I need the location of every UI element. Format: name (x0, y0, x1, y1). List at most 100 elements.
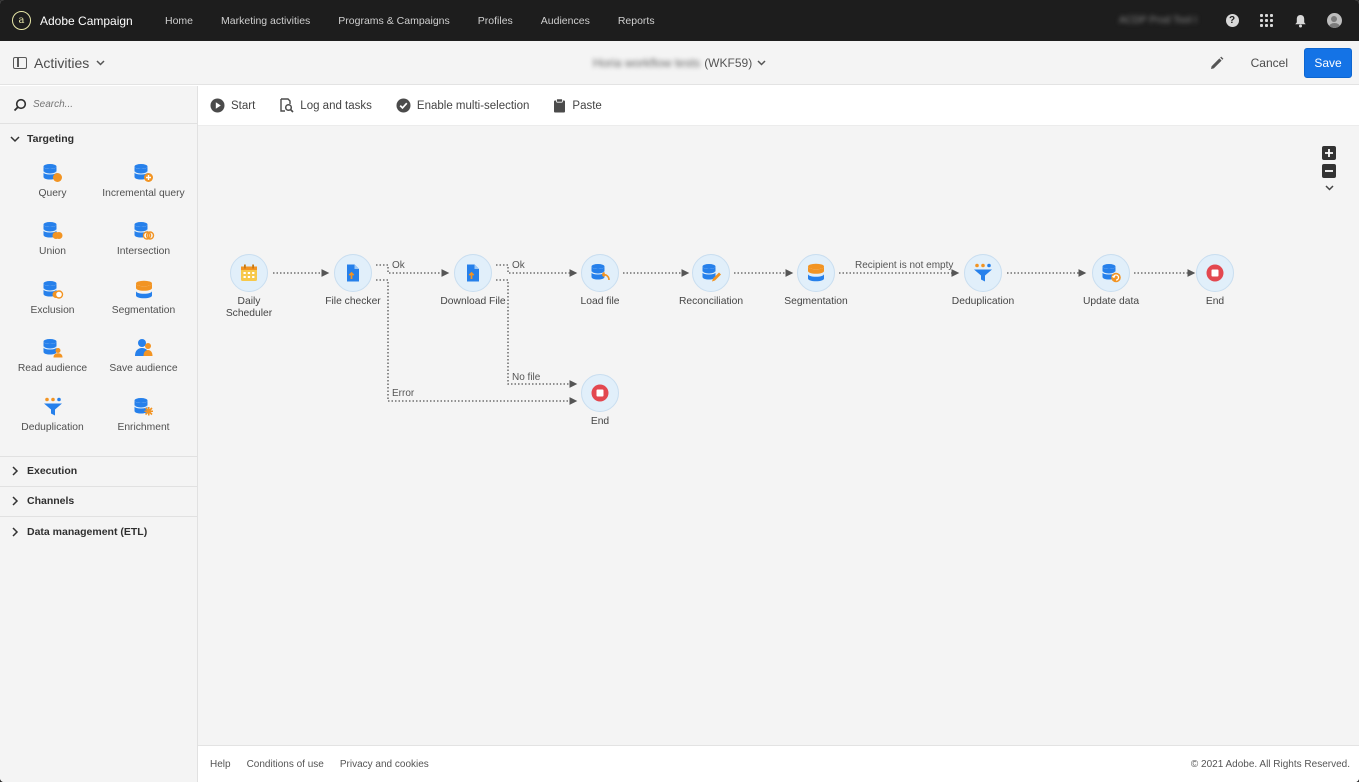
app-name: Adobe Campaign (40, 13, 133, 28)
section-execution-label: Execution (27, 465, 78, 478)
node-label: Segmentation (784, 296, 848, 307)
file-checker-icon (334, 254, 372, 292)
footer: Help Conditions of use Privacy and cooki… (198, 745, 1359, 782)
log-and-tasks-button[interactable]: Log and tasks (279, 98, 372, 113)
workflow-menu-chevron-icon[interactable] (757, 60, 766, 66)
node-daily-scheduler[interactable]: Daily Scheduler (194, 254, 304, 320)
header-actions: Cancel Save (1203, 41, 1352, 85)
node-update-data[interactable]: Update data (1056, 254, 1166, 308)
node-end[interactable]: End (1160, 254, 1270, 308)
enable-multi-selection-label: Enable multi-selection (416, 99, 530, 112)
cancel-button[interactable]: Cancel (1235, 48, 1304, 78)
activity-enrichment[interactable]: Enrichment (98, 388, 189, 446)
node-label: File checker (325, 296, 381, 307)
activity-exclusion[interactable]: Exclusion (7, 271, 98, 329)
activity-label: Intersection (116, 246, 171, 258)
section-data-management[interactable]: Data management (ETL) (0, 517, 197, 547)
activities-panel-toggle[interactable]: Activities (13, 41, 105, 85)
activity-label: Exclusion (30, 304, 75, 316)
activity-read-audience[interactable]: Read audience (7, 329, 98, 387)
edit-pencil-icon[interactable] (1203, 48, 1231, 78)
activities-sidebar: Targeting Query Incremental query Union (0, 86, 198, 782)
footer-link-conditions[interactable]: Conditions of use (247, 759, 324, 770)
targeting-activities: Query Incremental query Union Intersecti… (0, 154, 197, 457)
start-label: Start (231, 99, 256, 112)
search-input[interactable] (33, 99, 183, 110)
node-deduplication[interactable]: Deduplication (928, 254, 1038, 308)
checkmark-circle-icon (396, 98, 411, 113)
enable-multi-selection-button[interactable]: Enable multi-selection (396, 98, 530, 113)
nav-reports[interactable]: Reports (604, 0, 669, 41)
notifications-bell-icon[interactable] (1283, 0, 1317, 41)
workflow-title: Horia workflow tests (WKF59) (0, 41, 1359, 85)
end-stop-icon (581, 374, 619, 412)
activity-intersection[interactable]: Intersection (98, 212, 189, 270)
paste-label: Paste (572, 99, 602, 112)
nav-marketing-activities[interactable]: Marketing activities (207, 0, 324, 41)
side-panel-icon (13, 57, 27, 69)
node-label: Load file (580, 296, 620, 307)
section-targeting[interactable]: Targeting (0, 124, 197, 154)
clipboard-icon (554, 98, 566, 113)
activity-deduplication[interactable]: Deduplication (7, 388, 98, 446)
node-load-file[interactable]: Load file (545, 254, 655, 308)
chevron-right-icon (10, 496, 20, 506)
exclusion-icon (42, 278, 64, 302)
brand[interactable]: a Adobe Campaign (12, 0, 133, 41)
help-icon[interactable]: ? (1215, 0, 1249, 41)
query-icon (42, 161, 64, 185)
nav-audiences[interactable]: Audiences (527, 0, 604, 41)
load-file-icon (581, 254, 619, 292)
edge-label-error: Error (392, 388, 415, 399)
start-button[interactable]: Start (210, 98, 255, 113)
node-label: Daily Scheduler (225, 296, 273, 319)
log-and-tasks-label: Log and tasks (300, 99, 372, 112)
activity-query[interactable]: Query (7, 154, 98, 212)
adobe-campaign-logo-icon: a (12, 11, 31, 30)
section-channels[interactable]: Channels (0, 487, 197, 517)
org-switcher[interactable]: ACDP Prod Tool I (1119, 15, 1197, 26)
log-search-icon (280, 98, 294, 113)
app-window: a Adobe Campaign Home Marketing activiti… (0, 0, 1359, 782)
activity-save-audience[interactable]: Save audience (98, 329, 189, 387)
node-segmentation[interactable]: Segmentation (761, 254, 871, 308)
user-avatar-icon[interactable] (1317, 0, 1351, 41)
footer-link-privacy[interactable]: Privacy and cookies (340, 759, 429, 770)
save-audience-icon (133, 336, 155, 360)
top-right-controls: ACDP Prod Tool I ? (1119, 0, 1359, 41)
workflow-connectors (273, 264, 1196, 405)
node-label: End (1205, 296, 1225, 307)
paste-button[interactable]: Paste (553, 98, 602, 113)
activity-incremental-query[interactable]: Incremental query (98, 154, 189, 212)
node-label: End (590, 416, 610, 427)
node-file-checker[interactable]: File checker (298, 254, 408, 308)
node-download-file[interactable]: Download File (418, 254, 528, 308)
union-icon (42, 219, 64, 243)
nav-programs-campaigns[interactable]: Programs & Campaigns (324, 0, 463, 41)
node-reconciliation[interactable]: Reconciliation (656, 254, 766, 308)
deduplication-icon (964, 254, 1002, 292)
apps-grid-icon[interactable] (1249, 0, 1283, 41)
nav-profiles[interactable]: Profiles (464, 0, 527, 41)
workflow-editor: Start Log and tasks Enable multi-selecti… (198, 86, 1359, 782)
activity-union[interactable]: Union (7, 212, 98, 270)
edge-label-no-file: No file (512, 372, 541, 383)
section-execution[interactable]: Execution (0, 457, 197, 487)
workflow-canvas[interactable]: Ok Ok Recipient is not empty No file Err… (198, 126, 1359, 745)
enrichment-icon (133, 395, 155, 419)
node-end-error[interactable]: End (545, 374, 655, 428)
activity-segmentation[interactable]: Segmentation (98, 271, 189, 329)
copyright: © 2021 Adobe. All Rights Reserved. (1190, 759, 1350, 770)
activity-label: Enrichment (117, 421, 170, 433)
scheduler-calendar-icon (230, 254, 268, 292)
node-label: Reconciliation (678, 296, 744, 307)
workflow-id: (WKF59) (704, 56, 753, 70)
deduplication-icon (42, 395, 64, 419)
main-nav: Home Marketing activities Programs & Cam… (151, 0, 669, 41)
activities-label: Activities (34, 55, 90, 71)
chevron-down-icon (10, 134, 20, 144)
nav-home[interactable]: Home (151, 0, 207, 41)
save-button[interactable]: Save (1304, 48, 1352, 78)
footer-link-help[interactable]: Help (210, 759, 231, 770)
read-audience-icon (42, 336, 64, 360)
